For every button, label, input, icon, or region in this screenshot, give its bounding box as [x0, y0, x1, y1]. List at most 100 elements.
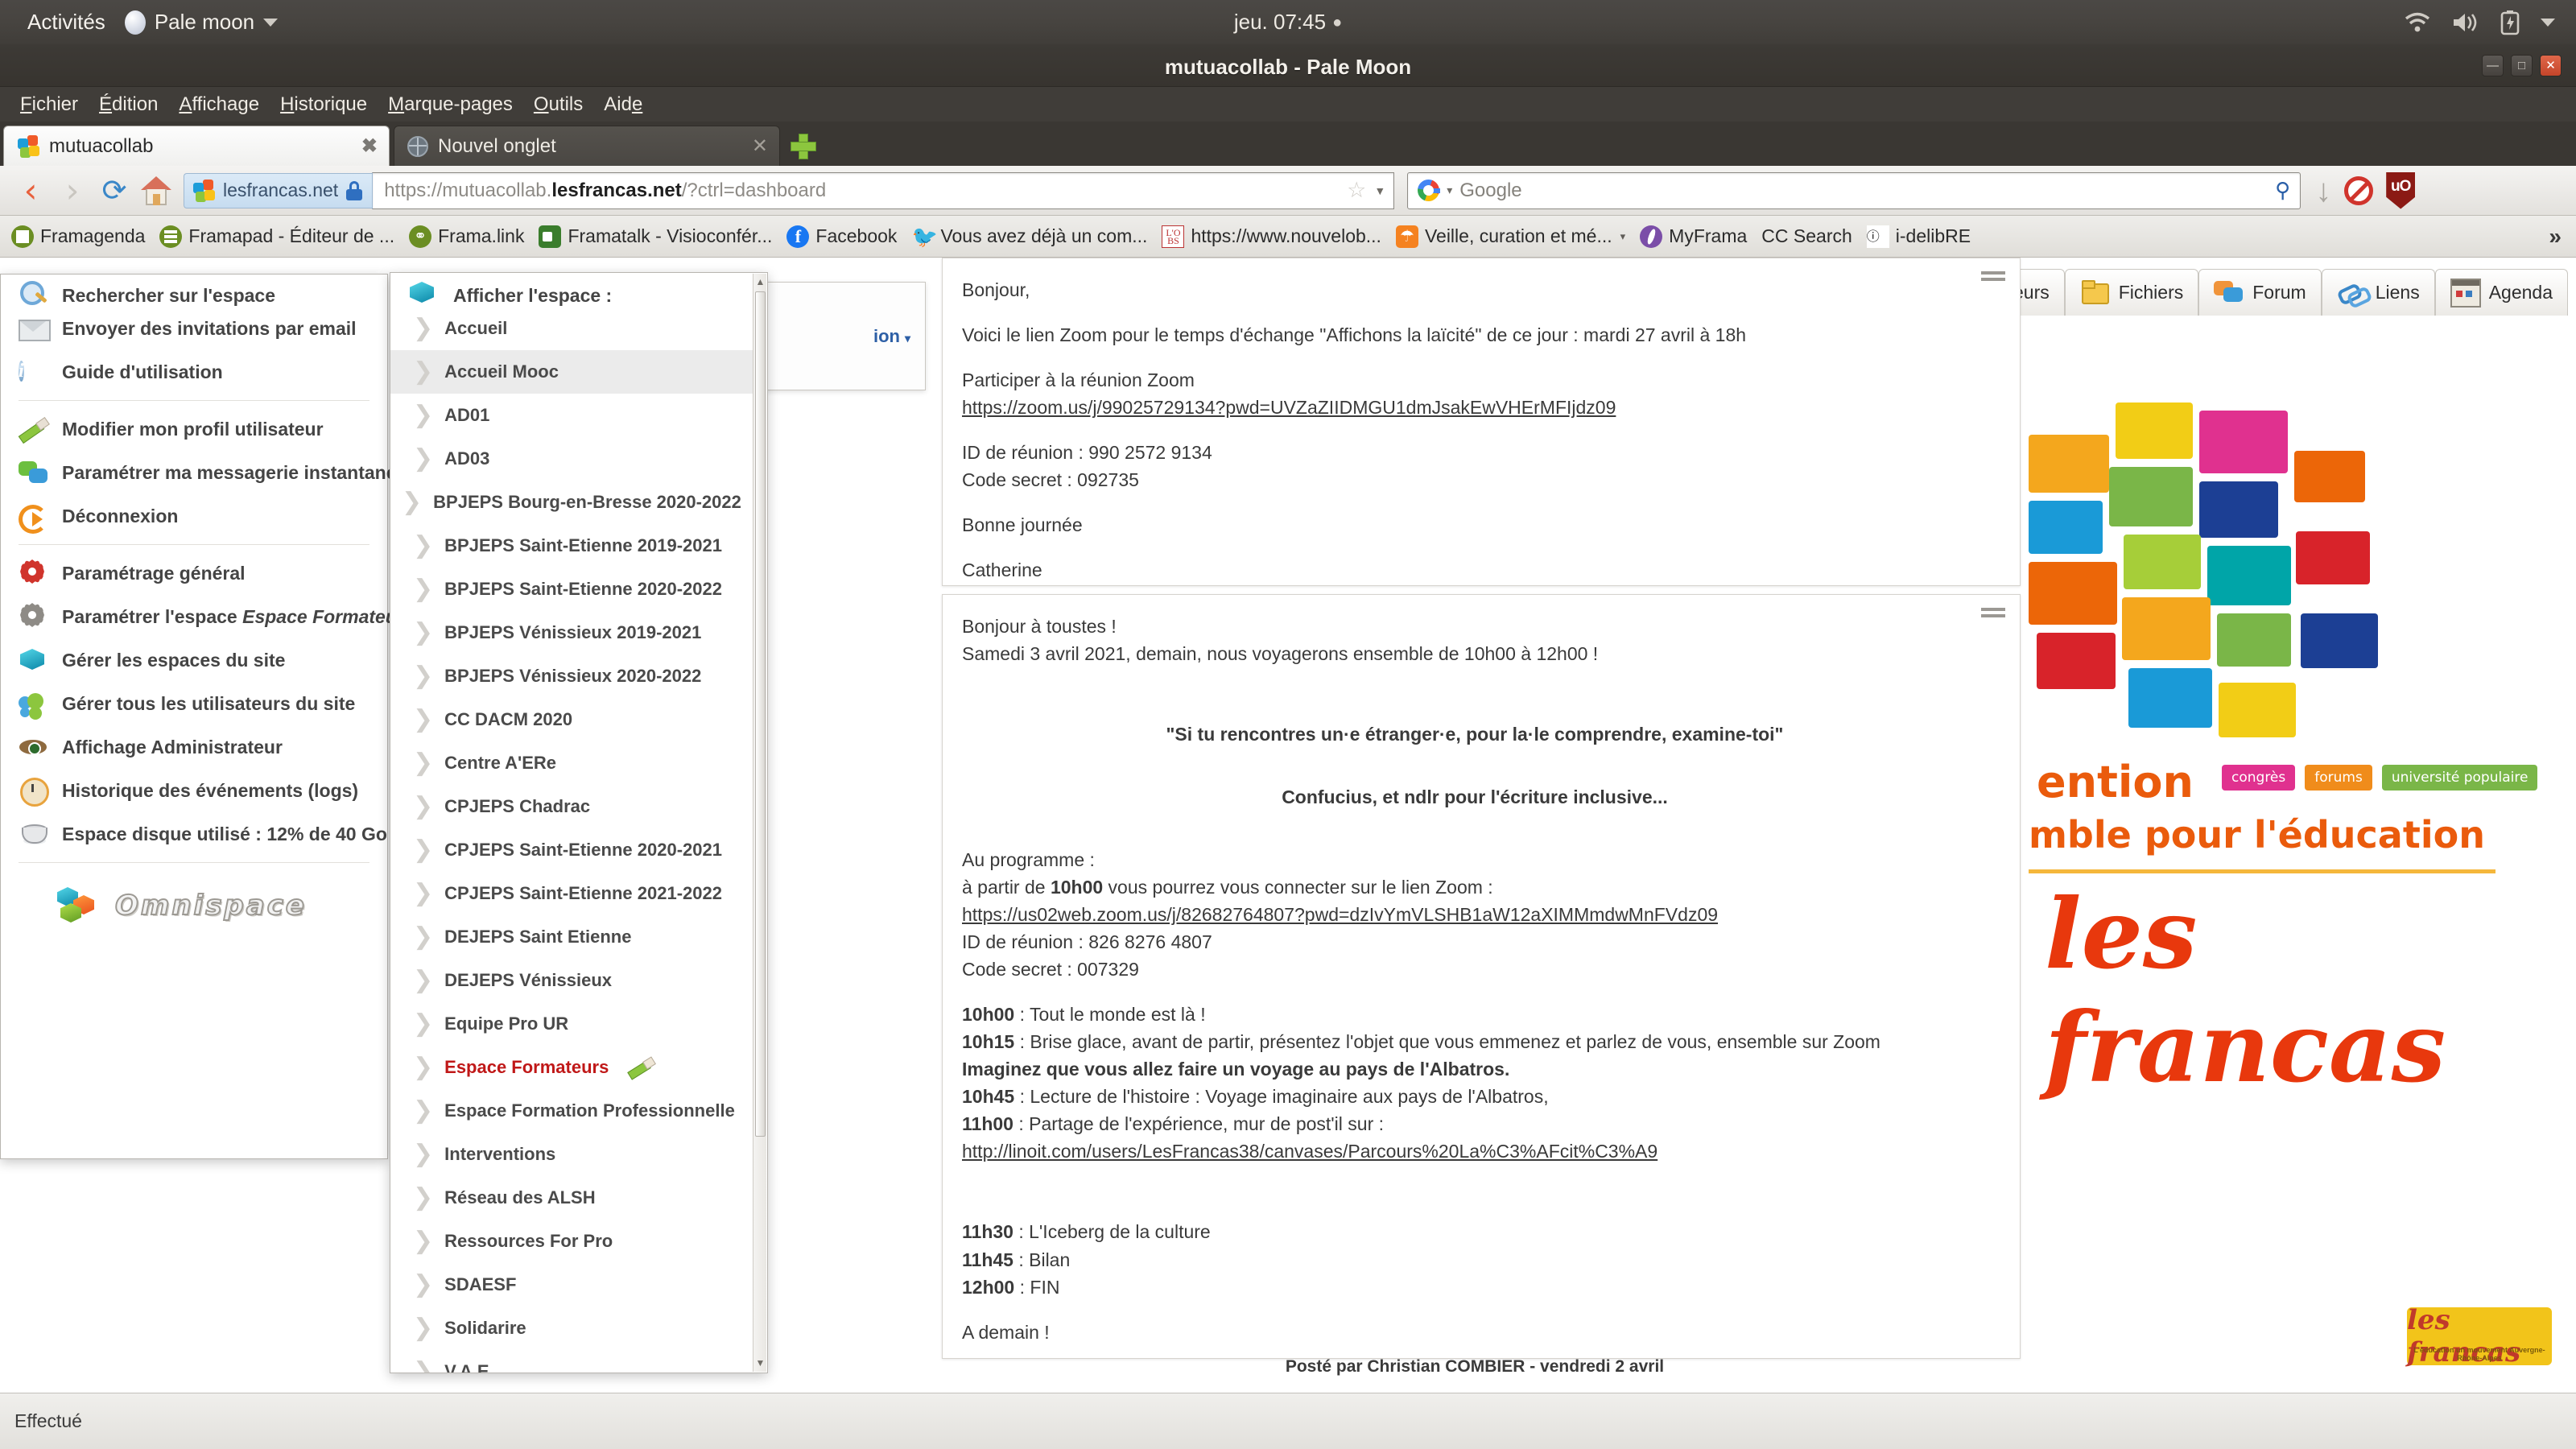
user-menu-panel[interactable]: Rechercher sur l'espace Envoyer des invi… — [0, 274, 415, 1159]
window-buttons[interactable]: — □ ✕ — [2482, 55, 2562, 76]
home-button[interactable] — [135, 170, 177, 212]
space-item-cc-dacm-2020[interactable]: ❯ CC DACM 2020 — [390, 698, 756, 741]
space-item-dejeps-saint-etienne[interactable]: ❯ DEJEPS Saint Etienne — [390, 915, 756, 959]
space-list[interactable]: Afficher l'espace : ❯ Accueil ❯ Accueil Mo… — [390, 273, 756, 1373]
close-button[interactable]: ✕ — [2540, 55, 2562, 76]
scroll-down-arrow-icon[interactable]: ▼ — [755, 1357, 766, 1369]
chevron-down-icon[interactable]: ▾ — [905, 332, 910, 345]
space-item-reseau-des-alsh[interactable]: ❯ Réseau des ALSH — [390, 1176, 756, 1220]
menu-item-gerer-utilisateurs[interactable]: Gérer tous les utilisateurs du site — [1, 682, 387, 725]
menu-item-affichage-administrateur[interactable]: Affichage Administrateur — [1, 725, 387, 769]
menu-item-historique-logs[interactable]: Historique des événements (logs) — [1, 769, 387, 812]
bookmark-myframa[interactable]: MyFrama — [1635, 222, 1752, 251]
back-button[interactable]: ‹ — [10, 170, 52, 212]
tab-nouvel-onglet[interactable]: Nouvel onglet ✕ — [394, 126, 780, 166]
minimize-button[interactable]: — — [2482, 55, 2504, 76]
menu-edition[interactable]: Édition — [89, 91, 168, 118]
menu-item-deconnexion[interactable]: Déconnexion — [1, 494, 387, 538]
bookmark-nouvelobs[interactable]: L'O BS https://www.nouvelob... — [1157, 222, 1386, 251]
menu-affichage[interactable]: Affichage — [168, 91, 270, 118]
menu-historique[interactable]: Historique — [270, 91, 378, 118]
space-item-accueil-mooc[interactable]: ❯ Accueil Mooc — [390, 350, 756, 394]
space-item-sdaesf[interactable]: ❯ SDAESF — [390, 1263, 756, 1307]
chevron-down-icon[interactable]: ▼ — [1374, 184, 1385, 197]
tab-forum[interactable]: Forum — [2198, 269, 2322, 316]
bookmark-facebook[interactable]: f Facebook — [782, 222, 902, 251]
chevron-down-icon[interactable]: ▾ — [1447, 184, 1452, 197]
bookmark-framalink[interactable]: ⚭ Frama.link — [404, 222, 529, 251]
space-selector-panel[interactable]: Afficher l'espace : ❯ Accueil ❯ Accueil Mo… — [390, 272, 768, 1373]
ublock-origin-icon[interactable]: uO — [2386, 171, 2416, 209]
space-item-bpjeps-venissieux-2020[interactable]: ❯ BPJEPS Vénissieux 2020-2022 — [390, 654, 756, 698]
url-bar[interactable]: https://mutuacollab.lesfrancas.net/?ctrl… — [372, 171, 1395, 209]
chevron-down-icon[interactable]: ▾ — [1620, 230, 1626, 243]
toolbar-extensions[interactable]: ↓ uO — [2315, 171, 2416, 209]
drag-handle-icon[interactable] — [1981, 271, 2005, 286]
new-tab-button[interactable] — [785, 129, 820, 163]
space-item-ad01[interactable]: ❯ AD01 — [390, 394, 756, 437]
navigation-toolbar[interactable]: ‹ › ⟳ lesfrancas.net https://mutuacollab… — [0, 166, 2576, 216]
browser-menubar[interactable]: Fichier Édition Affichage Historique Mar… — [0, 87, 2576, 122]
scroll-up-arrow-icon[interactable]: ▲ — [755, 276, 766, 288]
space-item-bpjeps-saint-etienne-2020[interactable]: ❯ BPJEPS Saint-Etienne 2020-2022 — [390, 568, 756, 611]
tab-fichiers[interactable]: Fichiers — [2064, 269, 2199, 316]
bookmarks-toolbar[interactable]: Framagenda Framapad - Éditeur de ... ⚭ Fr… — [0, 216, 2576, 258]
space-list-scrollbar[interactable]: ▲ ▼ — [753, 274, 766, 1372]
menu-item-modifier-profil[interactable]: Modifier mon profil utilisateur — [1, 407, 387, 451]
space-item-bpjeps-saint-etienne-2019[interactable]: ❯ BPJEPS Saint-Etienne 2019-2021 — [390, 524, 756, 568]
bookmark-cc-search[interactable]: CC Search — [1757, 222, 1856, 250]
forward-button[interactable]: › — [52, 170, 93, 212]
bookmark-star-icon[interactable]: ☆ — [1347, 178, 1366, 203]
linoit-board-link[interactable]: http://linoit.com/users/LesFrancas38/can… — [962, 1141, 1657, 1162]
bookmark-idelibre[interactable]: ⓘ i-delibRE — [1862, 222, 1975, 251]
tab-liens[interactable]: Liens — [2321, 269, 2435, 316]
pencil-icon[interactable] — [628, 1057, 655, 1078]
menu-item-parametrer-espace[interactable]: Paramétrer l'espace Espace Formateurs — [1, 595, 415, 638]
menu-marque-pages[interactable]: Marque-pages — [378, 91, 523, 118]
zoom-meeting-link[interactable]: https://us02web.zoom.us/j/82682764807?pw… — [962, 904, 1718, 925]
downloads-icon[interactable]: ↓ — [2315, 175, 2331, 207]
space-item-cpjeps-saint-etienne-2020[interactable]: ❯ CPJEPS Saint-Etienne 2020-2021 — [390, 828, 756, 872]
bookmark-framagenda[interactable]: Framagenda — [6, 222, 150, 251]
clock-button[interactable]: jeu. 07:45 ● — [0, 10, 2576, 35]
news-post[interactable]: Bonjour, Voici le lien Zoom pour le temp… — [942, 258, 2021, 613]
menu-item-envoyer-invitations[interactable]: Envoyer des invitations par email — [1, 307, 387, 350]
space-item-cpjeps-saint-etienne-2021[interactable]: ❯ CPJEPS Saint-Etienne 2021-2022 — [390, 872, 756, 915]
bookmark-twitter[interactable]: 🐦 Vous avez déjà un com... — [906, 222, 1152, 251]
space-item-solidarire[interactable]: ❯ Solidarire — [390, 1307, 756, 1350]
space-item-bpjeps-venissieux-2019[interactable]: ❯ BPJEPS Vénissieux 2019-2021 — [390, 611, 756, 654]
space-item-ressources-for-pro[interactable]: ❯ Ressources For Pro — [390, 1220, 756, 1263]
bookmark-framatalk[interactable]: Framatalk - Visioconfér... — [534, 222, 777, 251]
activities-button[interactable]: Activités — [0, 10, 117, 35]
space-item-ad03[interactable]: ❯ AD03 — [390, 437, 756, 481]
search-icon[interactable]: ⚲ — [2275, 178, 2290, 203]
zoom-meeting-link[interactable]: https://zoom.us/j/99025729134?pwd=UVZaZI… — [962, 397, 1616, 418]
tab-strip[interactable]: mutuacollab ✖ Nouvel onglet ✕ — [0, 122, 2576, 166]
space-item-accueil[interactable]: ❯ Accueil — [390, 307, 756, 350]
bookmark-framapad[interactable]: Framapad - Éditeur de ... — [155, 222, 399, 251]
menu-outils[interactable]: Outils — [523, 91, 593, 118]
tab-mutuacollab[interactable]: mutuacollab ✖ — [3, 126, 390, 166]
noscript-icon[interactable] — [2344, 175, 2374, 205]
maximize-button[interactable]: □ — [2511, 55, 2533, 76]
space-item-centre-aere[interactable]: ❯ Centre A'ERe — [390, 741, 756, 785]
menu-item-parametrage-general[interactable]: Paramétrage général — [1, 551, 387, 595]
space-item-espace-formateurs[interactable]: ❯ Espace Formateurs — [390, 1046, 756, 1089]
bookmark-veille-curation[interactable]: ☂ Veille, curation et mé... ▾ — [1391, 222, 1630, 251]
search-bar[interactable]: ▾ Google ⚲ — [1407, 171, 2301, 209]
menu-item-messagerie-instantanee[interactable]: Paramétrer ma messagerie instantanée — [1, 451, 407, 494]
space-item-vae[interactable]: ❯ V.A.E — [390, 1350, 756, 1373]
menu-item-rechercher-espace[interactable]: Rechercher sur l'espace — [1, 275, 387, 307]
scrollbar-thumb[interactable] — [755, 291, 766, 1137]
space-item-interventions[interactable]: ❯ Interventions — [390, 1133, 756, 1176]
space-item-espace-formation-professionnelle[interactable]: ❯ Espace Formation Professionnelle — [390, 1089, 756, 1133]
menu-fichier[interactable]: Fichier — [10, 91, 89, 118]
menu-item-gerer-espaces[interactable]: Gérer les espaces du site — [1, 638, 387, 682]
menu-aide[interactable]: Aide — [593, 91, 653, 118]
close-icon[interactable]: ✕ — [752, 134, 768, 158]
menu-item-guide-utilisation[interactable]: i Guide d'utilisation — [1, 350, 387, 394]
drag-handle-icon[interactable] — [1981, 608, 2005, 622]
app-menu-button[interactable]: Pale moon — [117, 10, 286, 35]
reload-button[interactable]: ⟳ — [93, 170, 135, 212]
system-menu-chevron-icon[interactable] — [2541, 18, 2555, 27]
